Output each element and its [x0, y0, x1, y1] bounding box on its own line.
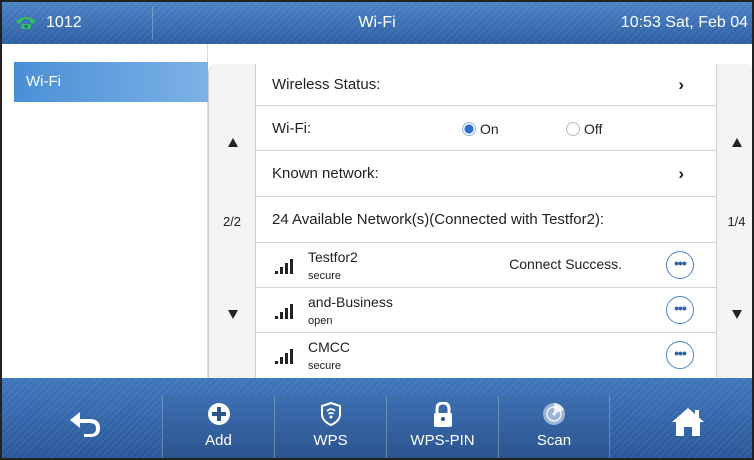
scan-button[interactable]: Scan — [498, 396, 610, 458]
settings-list: Wireless Status: › Wi-Fi: On Off Known n… — [256, 64, 716, 378]
wifi-off-label: Off — [584, 121, 603, 137]
wireless-status-label: Wireless Status: — [272, 76, 381, 93]
network-item[interactable]: Testfor2 secure Connect Success. ••• — [256, 243, 716, 288]
known-network-row[interactable]: Known network: › — [256, 151, 716, 197]
network-status: Connect Success. — [509, 256, 622, 272]
more-options-button[interactable]: ••• — [666, 296, 694, 324]
clock: 10:53 Sat, Feb 04 — [620, 14, 748, 31]
list-page-indicator: 1/4 — [727, 214, 746, 229]
wps-button[interactable]: WPS — [274, 396, 386, 458]
list-pager: 1/4 — [716, 64, 752, 378]
wifi-label: Wi-Fi: — [272, 120, 312, 137]
network-item[interactable]: and-Business open ••• — [256, 288, 716, 333]
phone-screen: 1012 Wi-Fi 10:53 Sat, Feb 04 Wi-Fi 2/2 W… — [0, 0, 754, 460]
wifi-signal-icon — [275, 259, 293, 274]
network-security: open — [308, 315, 333, 327]
menu-page-up-icon[interactable] — [228, 138, 238, 147]
wifi-off-radio[interactable] — [566, 122, 580, 136]
network-name: CMCC — [308, 339, 350, 355]
menu-item-wifi[interactable]: Wi-Fi — [14, 62, 208, 102]
network-name: and-Business — [308, 294, 393, 310]
scan-label: Scan — [536, 432, 572, 449]
add-label: Add — [205, 432, 232, 449]
menu-column: Wi-Fi — [2, 44, 208, 378]
lock-icon — [433, 402, 452, 427]
wps-pin-button[interactable]: WPS-PIN — [386, 396, 498, 458]
home-icon[interactable] — [670, 406, 706, 438]
wps-label: WPS — [313, 432, 348, 449]
wifi-signal-icon — [275, 304, 293, 319]
network-security: secure — [308, 270, 342, 282]
list-page-up-icon[interactable] — [732, 138, 742, 147]
radar-icon — [543, 403, 565, 425]
network-item[interactable]: CMCC secure ••• — [256, 333, 716, 378]
status-bar: 1012 Wi-Fi 10:53 Sat, Feb 04 — [2, 2, 752, 44]
available-networks-header: 24 Available Network(s)(Connected with T… — [256, 197, 716, 243]
menu-page-down-icon[interactable] — [228, 310, 238, 319]
network-name: Testfor2 — [308, 249, 358, 265]
add-button[interactable]: Add — [162, 396, 274, 458]
network-security: secure — [308, 360, 342, 372]
softkey-bar: Add WPS WPS-PIN Scan — [2, 378, 752, 458]
wireless-status-row[interactable]: Wireless Status: › — [256, 64, 716, 106]
available-networks-label: 24 Available Network(s)(Connected with T… — [272, 211, 605, 228]
plus-circle-icon — [207, 403, 230, 425]
known-network-label: Known network: — [272, 165, 379, 182]
more-options-button[interactable]: ••• — [666, 251, 694, 279]
wifi-signal-icon — [275, 349, 293, 364]
chevron-right-icon: › — [678, 164, 684, 183]
chevron-right-icon: › — [678, 75, 684, 94]
shield-icon — [320, 402, 341, 426]
menu-page-indicator: 2/2 — [222, 214, 242, 229]
wps-pin-label: WPS-PIN — [410, 432, 475, 449]
wifi-on-label: On — [480, 121, 499, 137]
wifi-toggle-row: Wi-Fi: On Off — [256, 106, 716, 151]
more-options-button[interactable]: ••• — [666, 341, 694, 369]
wifi-on-radio[interactable] — [462, 122, 476, 136]
back-arrow-icon[interactable] — [66, 408, 106, 438]
list-page-down-icon[interactable] — [732, 310, 742, 319]
menu-pager: 2/2 — [208, 64, 256, 378]
